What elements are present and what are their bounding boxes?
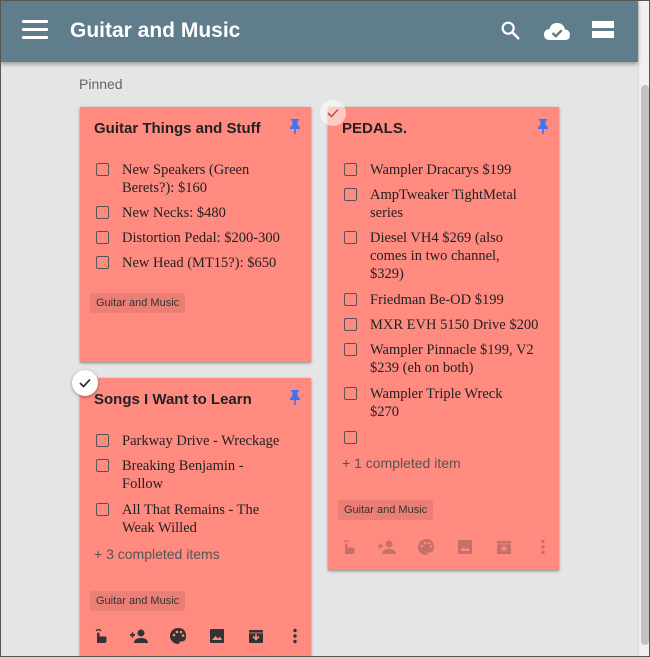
checkbox[interactable] [344,163,357,176]
collaborator-icon[interactable] [129,626,149,646]
checkbox[interactable] [96,256,109,269]
app-bar: Guitar and Music [0,0,638,62]
palette-icon[interactable] [416,537,436,557]
checklist-item-text[interactable]: New Speakers (Green Berets?): $160 [122,161,282,197]
note-card[interactable]: Guitar Things and Stuff New Speakers (Gr… [80,107,311,362]
checklist-item: MXR EVH 5150 Drive $200 [344,316,538,334]
collaborator-icon[interactable] [377,537,397,557]
checkbox[interactable] [344,188,357,201]
checklist-item: Diesel VH4 $269 (also comes in two chann… [344,229,530,283]
checklist-item: AmpTweaker TightMetal series [344,186,545,222]
checklist-item-text[interactable]: MXR EVH 5150 Drive $200 [370,316,538,334]
checkbox[interactable] [344,231,357,244]
note-title: PEDALS. [342,120,408,137]
checklist-item-text[interactable]: Wampler Dracarys $199 [370,161,511,179]
checkbox[interactable] [96,503,109,516]
checkbox[interactable] [344,293,357,306]
note-title: Guitar Things and Stuff [94,120,261,137]
image-icon[interactable] [207,626,227,646]
checkbox[interactable] [344,343,357,356]
checkbox[interactable] [96,231,109,244]
checklist-item-text[interactable]: Wampler Triple Wreck $270 [370,385,530,421]
checklist-item [344,429,370,444]
pinned-section-label: Pinned [79,76,123,92]
pin-icon[interactable] [536,118,550,134]
scrollbar[interactable] [638,0,650,657]
archive-icon[interactable] [246,626,266,646]
remind-me-icon[interactable] [90,626,110,646]
checklist-item: Wampler Dracarys $199 [344,161,511,179]
cloud-done-icon[interactable] [543,20,571,47]
checklist-item-text[interactable]: Friedman Be-OD $199 [370,291,504,309]
checklist-item-text[interactable]: New Head (MT15?): $650 [122,254,276,272]
scrollbar-thumb[interactable] [641,85,649,645]
completed-items-toggle[interactable]: + 1 completed item [342,455,461,471]
checklist-item-text[interactable]: Distortion Pedal: $200-300 [122,229,280,247]
menu-icon[interactable] [22,20,48,42]
note-card[interactable]: PEDALS. Wampler Dracarys $199 AmpTweaker… [328,107,559,570]
checklist-item-text[interactable]: Parkway Drive - Wreckage [122,432,279,450]
checklist-item: Wampler Triple Wreck $270 [344,385,530,421]
archive-icon[interactable] [494,537,514,557]
checklist-item-text[interactable]: AmpTweaker TightMetal series [370,186,545,222]
checklist-item-text[interactable]: Wampler Pinnacle $199, V2 $239 (eh on bo… [370,341,550,377]
checklist-item-text[interactable]: Diesel VH4 $269 (also comes in two chann… [370,229,530,283]
checklist-item-text[interactable]: New Necks: $480 [122,204,226,222]
select-note-check-icon[interactable] [320,100,346,126]
checklist-item: New Speakers (Green Berets?): $160 [96,161,296,197]
checklist-item: New Head (MT15?): $650 [96,254,276,272]
palette-icon[interactable] [168,626,188,646]
pin-icon[interactable] [288,118,302,134]
label-chip[interactable]: Guitar and Music [338,500,434,520]
list-view-icon[interactable] [591,20,615,45]
label-chip[interactable]: Guitar and Music [90,293,186,313]
checkbox[interactable] [96,459,109,472]
checklist-item: Friedman Be-OD $199 [344,291,504,309]
checkbox[interactable] [96,163,109,176]
checklist-item: Wampler Pinnacle $199, V2 $239 (eh on bo… [344,341,550,377]
checkbox[interactable] [344,387,357,400]
more-icon[interactable] [533,537,553,557]
more-icon[interactable] [285,626,305,646]
checklist-item: New Necks: $480 [96,204,226,222]
remind-me-icon[interactable] [338,537,358,557]
checkbox[interactable] [96,206,109,219]
checkbox[interactable] [96,434,109,447]
note-toolbar [338,537,572,557]
select-note-check-icon[interactable] [72,370,98,396]
note-card[interactable]: Songs I Want to Learn Parkway Drive - Wr… [80,378,311,657]
pin-icon[interactable] [288,389,302,405]
checklist-item: All That Remains - The Weak Willed [96,501,282,537]
checklist-item: Breaking Benjamin - Follow [96,457,262,493]
checklist-item-text[interactable]: All That Remains - The Weak Willed [122,501,282,537]
label-chip[interactable]: Guitar and Music [90,591,186,611]
checklist-item: Parkway Drive - Wreckage [96,432,279,450]
note-title: Songs I Want to Learn [94,391,252,408]
checklist-item: Distortion Pedal: $200-300 [96,229,280,247]
note-toolbar [90,626,324,646]
checkbox[interactable] [344,318,357,331]
completed-items-toggle[interactable]: + 3 completed items [94,546,220,562]
image-icon[interactable] [455,537,475,557]
checklist-item-text[interactable]: Breaking Benjamin - Follow [122,457,262,493]
search-icon[interactable] [499,19,521,46]
app-title: Guitar and Music [70,19,241,42]
checkbox[interactable] [344,431,357,444]
